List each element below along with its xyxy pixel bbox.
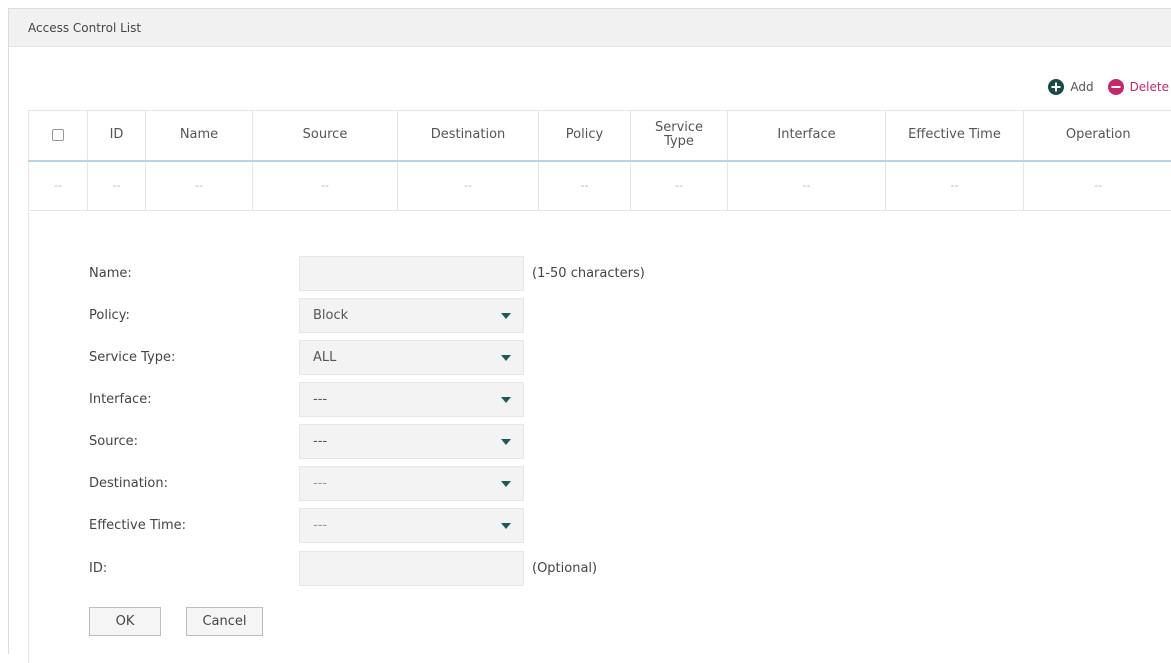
panel-header: Access Control List [9,9,1171,47]
id-label: ID: [89,561,289,576]
col-header-effective-time[interactable]: Effective Time [886,111,1024,161]
add-label: Add [1070,80,1093,94]
col-header-name[interactable]: Name [146,111,253,161]
table-cell: -- [728,161,886,211]
select-all-checkbox[interactable] [52,129,64,141]
table-cell: -- [398,161,539,211]
caret-down-icon [501,397,511,403]
col-header-id[interactable]: ID [88,111,146,161]
effective-time-select[interactable]: --- [299,508,524,543]
caret-down-icon [501,313,511,319]
table-cell: -- [253,161,398,211]
caret-down-icon [501,355,511,361]
caret-down-icon [501,439,511,445]
delete-label: Delete [1130,80,1169,94]
ok-button[interactable]: OK [89,607,161,636]
panel-title: Access Control List [28,21,141,35]
interface-value: --- [313,392,501,407]
name-input[interactable] [299,256,524,291]
source-label: Source: [89,434,289,449]
id-hint: (Optional) [532,561,597,576]
policy-label: Policy: [89,308,289,323]
table-cell: -- [886,161,1024,211]
col-header-service-type[interactable]: ServiceType [631,111,728,161]
service-type-label: Service Type: [89,350,289,365]
col-header-policy[interactable]: Policy [539,111,631,161]
policy-select[interactable]: Block [299,298,524,333]
caret-down-icon [501,481,511,487]
table-cell: -- [631,161,728,211]
col-header-destination[interactable]: Destination [398,111,539,161]
col-header-operation[interactable]: Operation [1024,111,1171,161]
plus-icon [1048,79,1064,95]
table-cell: -- [146,161,253,211]
table-cell: -- [88,161,146,211]
name-label: Name: [89,266,289,281]
table-header-row: ID Name Source Destination Policy Servic… [29,111,1171,161]
policy-value: Block [313,308,501,323]
interface-label: Interface: [89,392,289,407]
id-input[interactable] [299,551,524,586]
destination-label: Destination: [89,476,289,491]
col-header-source[interactable]: Source [253,111,398,161]
caret-down-icon [501,523,511,529]
effective-time-label: Effective Time: [89,518,289,533]
minus-icon [1108,79,1124,95]
effective-time-value: --- [313,518,501,533]
table-cell: -- [539,161,631,211]
acl-entry-form: Name: (1-50 characters) Policy: Block Se… [28,212,1171,663]
delete-button[interactable]: Delete [1108,79,1169,95]
table-cell: -- [29,161,88,211]
source-value: --- [313,434,501,449]
select-all-cell [29,111,88,161]
source-select[interactable]: --- [299,424,524,459]
name-hint: (1-50 characters) [532,266,645,281]
table-cell: -- [1024,161,1171,211]
add-button[interactable]: Add [1048,79,1093,95]
acl-table: ID Name Source Destination Policy Servic… [28,110,1171,211]
destination-value: --- [313,476,501,491]
service-type-select[interactable]: ALL [299,340,524,375]
table-actions: Add Delete [1048,79,1169,95]
cancel-button[interactable]: Cancel [186,607,263,636]
service-type-value: ALL [313,350,501,365]
col-header-interface[interactable]: Interface [728,111,886,161]
acl-panel: Access Control List Add Delete ID [8,8,1171,654]
table-row: -- -- -- -- -- -- -- -- -- -- [29,161,1171,211]
interface-select[interactable]: --- [299,382,524,417]
destination-select[interactable]: --- [299,466,524,501]
